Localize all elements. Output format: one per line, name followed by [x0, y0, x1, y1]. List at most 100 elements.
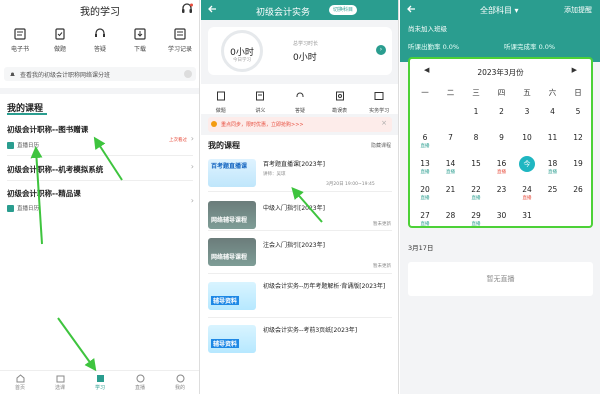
- day-number: 3: [524, 107, 530, 116]
- calendar-day[interactable]: 23: [492, 185, 512, 194]
- live-tag: 直播: [420, 170, 430, 175]
- calendar-day[interactable]: 22 直播: [466, 185, 486, 201]
- notice-close-icon[interactable]: [184, 70, 192, 78]
- course-thumbnail: 百考题直播课: [208, 159, 256, 187]
- calendar-day[interactable]: 1: [466, 107, 486, 116]
- day-number: 10: [522, 133, 532, 142]
- calendar-day[interactable]: 21: [441, 185, 461, 194]
- tool-handout[interactable]: 讲义: [244, 84, 276, 114]
- class-notice-bar[interactable]: 查看我的初级会计职称网络课分班: [4, 67, 196, 81]
- subject-dropdown[interactable]: 全部科目 ▾: [480, 5, 519, 16]
- calendar-day[interactable]: 2: [492, 107, 512, 116]
- live-tag: 直播: [471, 222, 481, 227]
- tab-live[interactable]: 直播: [125, 371, 155, 394]
- calendar-day[interactable]: 10: [517, 133, 537, 142]
- calendar-day[interactable]: 13 直播: [415, 159, 435, 175]
- calendar-day[interactable]: 11: [543, 133, 563, 142]
- calendar-day[interactable]: 16 直播: [492, 159, 512, 175]
- tab-select-course[interactable]: 选课: [45, 371, 75, 394]
- calendar-day[interactable]: 14 直播: [441, 159, 461, 175]
- calendar-day[interactable]: 6 直播: [415, 133, 435, 149]
- calendar-day[interactable]: 12: [568, 133, 588, 142]
- calendar-day[interactable]: 28: [441, 211, 461, 220]
- calendar-day[interactable]: 4: [543, 107, 563, 116]
- shortcut-qa[interactable]: 答疑: [81, 27, 119, 53]
- header-bar: 全部科目 ▾ 添加提醒 尚未加入班级 听课出勤率 0.0% 听课完成率 0.0%: [400, 0, 600, 62]
- shortcut-download[interactable]: 下载: [121, 27, 159, 53]
- tab-study[interactable]: 学习: [85, 371, 115, 394]
- day-number: 18: [547, 159, 558, 168]
- live-tag: 直播: [497, 170, 506, 175]
- shortcut-study-record[interactable]: 学习记录: [161, 27, 199, 53]
- shortcut-bar: 电子书 做题 答疑 下载 学习记录: [0, 27, 199, 53]
- headset-icon[interactable]: [181, 3, 193, 14]
- chevron-right-icon: ›: [190, 162, 194, 171]
- calendar-day[interactable]: 31: [517, 211, 537, 220]
- calendar-day[interactable]: 8: [466, 133, 486, 142]
- ebook-icon: [14, 28, 26, 40]
- calendar-day[interactable]: 18 直播: [543, 159, 563, 175]
- live-list-empty: 暂无直播: [408, 262, 593, 296]
- live-tag: 直播: [420, 144, 430, 149]
- day-number: 23: [496, 185, 507, 194]
- course-thumbnail: 网络辅导课程: [208, 201, 256, 229]
- day-number: 今: [519, 156, 535, 172]
- day-number: 7: [448, 133, 453, 142]
- tab-home[interactable]: 首页: [5, 371, 35, 394]
- back-arrow-icon[interactable]: [207, 4, 217, 14]
- calendar-day[interactable]: 9: [492, 133, 512, 142]
- day-number: 1: [473, 107, 479, 116]
- calendar-day[interactable]: 3: [517, 107, 537, 116]
- shortcut-ebook[interactable]: 电子书: [1, 27, 39, 53]
- live-calendar-link[interactable]: 直播日历: [7, 204, 39, 212]
- live-calendar-label: 直播日历: [17, 206, 40, 212]
- calendar-day[interactable]: 24 直播: [517, 185, 537, 201]
- calendar-day[interactable]: 19: [568, 159, 588, 168]
- calendar-day[interactable]: 27 直播: [415, 211, 435, 227]
- live-tag: 直播: [446, 170, 455, 175]
- panel-subject-detail: 初级会计实务 切换科目 0小时 今日学习 总学习时长 0小时 › 做题 讲义 答…: [201, 0, 399, 394]
- course-title: 初级会计职称--图书赠课: [7, 125, 89, 134]
- calendar-day[interactable]: 今: [517, 156, 537, 172]
- bag-icon: [56, 375, 64, 383]
- day-number: 2: [499, 107, 504, 116]
- hide-courses-button[interactable]: 隐藏课程: [371, 142, 391, 149]
- close-icon[interactable]: ×: [381, 119, 387, 127]
- day-number: 5: [575, 107, 581, 116]
- tool-practice[interactable]: 实务学习: [363, 84, 395, 114]
- weekday-header: 一: [421, 88, 429, 97]
- calendar-day[interactable]: 5: [568, 107, 588, 116]
- shortcut-exercise[interactable]: 做题: [41, 27, 79, 53]
- course-thumbnail: 网络辅导课程: [208, 238, 256, 266]
- calendar-day[interactable]: 15: [466, 159, 486, 168]
- chevron-right-icon: ›: [190, 134, 194, 143]
- heading-underline: [7, 113, 47, 115]
- weekday-header: 四: [497, 88, 506, 97]
- add-reminder-button[interactable]: 添加提醒: [564, 5, 592, 15]
- calendar-day[interactable]: 25: [543, 185, 563, 194]
- tool-label: 做题: [215, 108, 226, 114]
- calendar-day[interactable]: 26: [568, 185, 588, 194]
- live-calendar-link[interactable]: 直播日历: [7, 141, 39, 149]
- course-title: 百考题直播课[2023年]: [263, 161, 325, 168]
- switch-subject-button[interactable]: 切换科目: [329, 5, 358, 15]
- tab-me[interactable]: 我的: [165, 371, 195, 394]
- next-month-icon[interactable]: ▶: [572, 66, 577, 74]
- shortcut-label: 做题: [53, 46, 66, 53]
- back-arrow-icon[interactable]: [406, 4, 416, 14]
- course-title: 中级入门指引[2023年]: [263, 205, 325, 212]
- promo-banner[interactable]: 重点同步，限时优惠，立即抢购>>> ×: [208, 117, 392, 132]
- tool-errata[interactable]: 勘误表: [324, 84, 356, 114]
- tool-qa[interactable]: 答疑: [284, 84, 316, 114]
- arrow-right-icon[interactable]: ›: [376, 45, 386, 55]
- course-thumbnail: 辅导资料: [208, 325, 256, 353]
- tool-exercise[interactable]: 做题: [205, 84, 237, 114]
- day-number: 22: [471, 185, 481, 194]
- caret-down-icon: ▾: [514, 6, 519, 15]
- day-number: 31: [522, 211, 532, 220]
- calendar-day[interactable]: 7: [441, 133, 461, 142]
- tab-label: 我的: [174, 385, 185, 391]
- calendar-day[interactable]: 20 直播: [415, 185, 435, 201]
- calendar-day[interactable]: 29 直播: [466, 211, 486, 227]
- calendar-day[interactable]: 30: [492, 211, 512, 220]
